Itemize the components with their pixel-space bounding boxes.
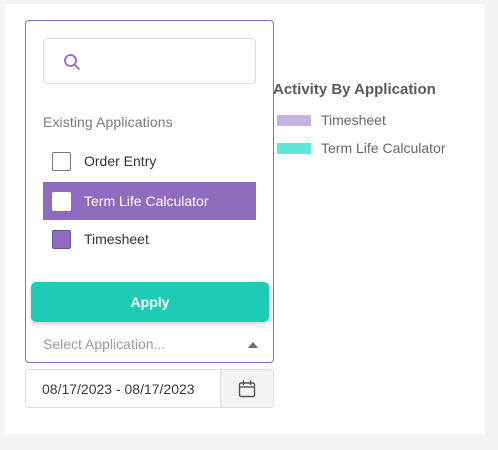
option-label: Term Life Calculator [84,193,209,209]
chart-title: Activity By Application [273,81,436,98]
select-placeholder: Select Application... [43,336,166,352]
search-icon [64,54,80,70]
search-input[interactable] [43,38,256,84]
legend-swatch [277,142,311,154]
legend-item-term-life-calculator: Term Life Calculator [277,139,446,157]
option-label: Order Entry [84,153,157,169]
legend-item-timesheet: Timesheet [277,111,386,129]
legend-swatch [277,114,311,126]
section-label-existing-applications: Existing Applications [43,114,173,130]
checkbox[interactable] [52,191,71,211]
checkbox[interactable] [52,151,71,171]
legend-label: Term Life Calculator [321,140,446,156]
calendar-icon [238,379,256,397]
calendar-button[interactable] [220,370,273,407]
apply-button[interactable]: Apply [31,282,269,322]
option-order-entry[interactable]: Order Entry [43,142,256,180]
option-label: Timesheet [84,231,149,247]
caret-up-icon[interactable] [248,342,258,348]
option-timesheet[interactable]: Timesheet [43,220,256,258]
application-dropdown-panel: Existing Applications Order Entry Term L… [25,20,274,363]
date-range-input[interactable] [26,370,222,407]
checkbox-checked[interactable] [52,229,71,249]
option-term-life-calculator[interactable]: Term Life Calculator [43,182,256,220]
date-range-field [25,369,274,408]
application-select[interactable]: Select Application... [43,336,258,356]
legend-label: Timesheet [321,112,386,128]
